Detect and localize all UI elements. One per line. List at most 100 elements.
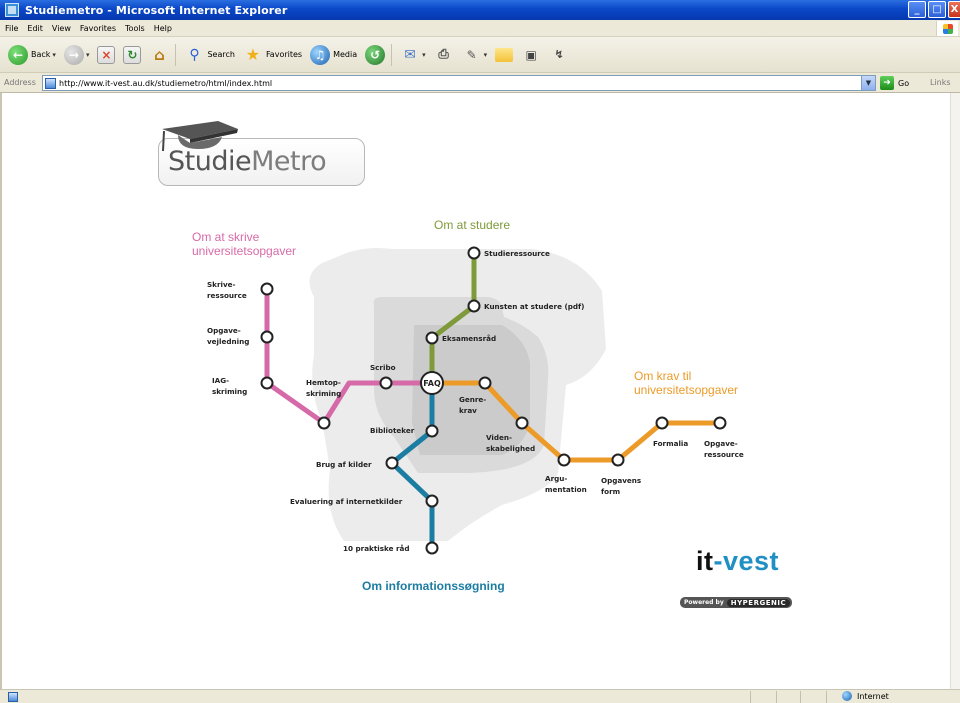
favorites-button[interactable]: ★ Favorites (243, 42, 302, 68)
label-line: skriming (306, 389, 342, 398)
station-skrive-ressource[interactable] (260, 282, 274, 296)
station-kunsten[interactable] (467, 299, 481, 313)
station-studieressource[interactable] (467, 246, 481, 260)
station-hemtop-skriming[interactable] (317, 416, 331, 430)
forward-button[interactable]: → ▾ (63, 42, 90, 68)
station-biblioteker[interactable] (425, 424, 439, 438)
history-button[interactable]: ↺ (365, 42, 386, 68)
station-evaluering[interactable] (425, 494, 439, 508)
folder-button[interactable] (495, 42, 514, 68)
metro-map: FAQ (260, 246, 727, 555)
edit-button[interactable]: ✎ ▾ (462, 42, 488, 68)
label-opgavens-form[interactable]: Opgavens form (601, 475, 641, 497)
label-brug-af-kilder[interactable]: Brug af kilder (316, 459, 372, 470)
edit-dropdown-icon[interactable]: ▾ (484, 51, 488, 59)
security-zone: Internet (842, 691, 889, 701)
label-line: Hemtop- (306, 378, 341, 387)
window-controls: _ □ X (908, 1, 960, 18)
messenger-icon: ▣ (525, 47, 537, 62)
label-opgave-vejledning[interactable]: Opgave- vejledning (207, 325, 249, 347)
station-iag-skriming[interactable] (260, 376, 274, 390)
station-scribo[interactable] (379, 376, 393, 390)
line-title-info[interactable]: Om informationssøgning (362, 579, 505, 593)
mail-dropdown-icon[interactable]: ▾ (422, 51, 426, 59)
station-opgavens-form[interactable] (611, 453, 625, 467)
address-input[interactable] (59, 78, 839, 88)
media-label: Media (333, 50, 358, 59)
menu-file[interactable]: File (5, 24, 18, 33)
mail-button[interactable]: ✉ ▾ (400, 42, 426, 68)
back-dropdown-icon[interactable]: ▾ (52, 51, 56, 59)
folder-icon (495, 47, 514, 62)
station-eksamensraad[interactable] (425, 331, 439, 345)
label-line: Skrive- (207, 280, 236, 289)
go-button[interactable]: ➜ Go (880, 76, 909, 90)
station-opgave-ressource[interactable] (713, 416, 727, 430)
station-genre-krav[interactable] (478, 376, 492, 390)
powered-by-label: Powered by (684, 599, 724, 606)
close-button[interactable]: X (948, 1, 960, 18)
maximize-button[interactable]: □ (928, 1, 946, 18)
menu-help[interactable]: Help (154, 24, 172, 33)
label-hemtop-skriming[interactable]: Hemtop- skriming (306, 377, 341, 399)
station-opgave-vejledning[interactable] (260, 330, 274, 344)
stop-button[interactable]: × (97, 42, 116, 68)
media-button[interactable]: ♫ Media (310, 42, 357, 68)
search-button[interactable]: ⚲ Search (184, 42, 235, 68)
label-scribo[interactable]: Scribo (370, 362, 396, 373)
research-button[interactable]: ↯ (549, 42, 569, 68)
label-line: mentation (545, 485, 587, 494)
label-formalia[interactable]: Formalia (653, 438, 688, 449)
back-arrow-icon: ← (8, 44, 28, 65)
station-argumentation[interactable] (557, 453, 571, 467)
menu-tools[interactable]: Tools (125, 24, 145, 33)
label-skrive-ressource[interactable]: Skrive- ressource (207, 279, 247, 301)
window-title: Studiemetro - Microsoft Internet Explore… (25, 3, 288, 17)
refresh-button[interactable]: ↻ (123, 42, 142, 68)
station-brug-af-kilder[interactable] (385, 456, 399, 470)
label-studieressource[interactable]: Studieressource (484, 248, 550, 259)
label-evaluering[interactable]: Evaluering af internetkilder (290, 496, 402, 507)
line-title-krav[interactable]: Om krav til universitetsopgaver (634, 369, 738, 397)
menu-edit[interactable]: Edit (27, 24, 43, 33)
print-icon: ⎙ (438, 47, 449, 62)
label-argumentation[interactable]: Argu- mentation (545, 473, 587, 495)
status-divider (800, 691, 801, 703)
forward-dropdown-icon[interactable]: ▾ (86, 51, 90, 59)
station-videnskabelighed[interactable] (515, 416, 529, 430)
line-title-studere[interactable]: Om at studere (434, 218, 510, 232)
station-formalia[interactable] (655, 416, 669, 430)
label-genre-krav[interactable]: Genre- krav (459, 394, 486, 416)
status-divider (750, 691, 751, 703)
title-bar: Studiemetro - Microsoft Internet Explore… (0, 0, 960, 20)
hypergenic-label: HYPERGENIC (726, 598, 791, 607)
label-opgave-ressource[interactable]: Opgave- ressource (704, 438, 744, 460)
menu-favorites[interactable]: Favorites (80, 24, 116, 33)
label-line: IAG- (212, 376, 230, 385)
address-field[interactable]: ▼ (42, 75, 876, 91)
minimize-button[interactable]: _ (908, 1, 926, 18)
messenger-button[interactable]: ▣ (521, 42, 541, 68)
address-dropdown-icon[interactable]: ▼ (861, 76, 875, 90)
menu-view[interactable]: View (52, 24, 71, 33)
home-button[interactable]: ⌂ (149, 42, 169, 68)
vertical-scrollbar[interactable] (950, 93, 960, 689)
label-line: krav (459, 406, 477, 415)
go-arrow-icon: ➜ (880, 76, 894, 90)
stop-icon: × (97, 45, 116, 64)
it-vest-logo[interactable]: it-vest (696, 546, 779, 577)
edit-icon: ✎ (466, 47, 477, 62)
back-button[interactable]: ← Back ▾ (8, 42, 56, 68)
line-title-skrive[interactable]: Om at skrive universitetsopgaver (192, 230, 296, 258)
it-vest-logo-it: it (696, 546, 714, 576)
station-praktiske-raad[interactable] (425, 541, 439, 555)
label-praktiske-raad[interactable]: 10 praktiske råd (343, 543, 410, 554)
links-button[interactable]: Links (930, 78, 951, 87)
label-kunsten[interactable]: Kunsten at studere (pdf) (484, 301, 584, 312)
label-iag-skriming[interactable]: IAG- skriming (212, 375, 247, 397)
label-videnskabelighed[interactable]: Viden- skabelighed (486, 432, 535, 454)
print-button[interactable]: ⎙ (434, 42, 454, 68)
label-eksamensraad[interactable]: Eksamensråd (442, 333, 496, 344)
powered-by-hypergenic-badge[interactable]: Powered by HYPERGENIC (680, 597, 793, 608)
label-biblioteker[interactable]: Biblioteker (370, 425, 414, 436)
